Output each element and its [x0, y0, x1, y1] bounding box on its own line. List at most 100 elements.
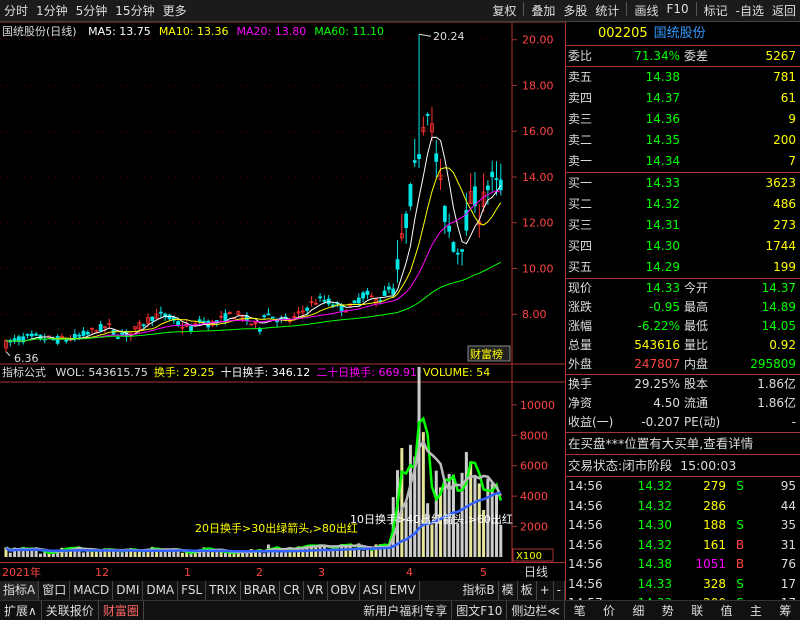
indicator-tab[interactable]: CR: [280, 581, 304, 600]
right-panel-tabs: 笔价细势联值主筹: [565, 600, 800, 620]
volume-bar: [456, 523, 460, 557]
indicator-tab[interactable]: ASI: [360, 581, 387, 600]
notice[interactable]: 在买盘***位置有大买单,查看详情: [566, 433, 800, 455]
candle-body: [494, 178, 499, 181]
candle-body: [85, 331, 90, 335]
book-row[interactable]: 卖五 14.38 781: [566, 67, 800, 88]
candle-body: [408, 183, 413, 207]
right-tab[interactable]: 笔: [565, 601, 594, 620]
book-row[interactable]: 卖二 14.35 200: [566, 130, 800, 151]
indicator-tab[interactable]: 板: [518, 581, 537, 600]
stat-label: 内盘: [684, 357, 709, 371]
stat-value: 247807: [634, 357, 680, 371]
book-row[interactable]: 买五 14.29 199: [566, 257, 800, 278]
tick-side: S: [736, 518, 744, 532]
stock-name[interactable]: 国统股份: [654, 26, 706, 41]
candle-body: [34, 333, 39, 336]
book-label: 卖二: [568, 133, 593, 147]
tick-list[interactable]: 14:56 14.32 279 S 95 14:56 14.32 286 44 14:56 14.3…: [566, 477, 800, 620]
candle-body: [64, 339, 69, 342]
right-tab[interactable]: 联: [683, 601, 712, 620]
indicator-tab[interactable]: DMA: [143, 581, 179, 600]
indicator-tab[interactable]: +: [537, 581, 554, 600]
period-tab[interactable]: 分时: [0, 2, 32, 19]
candle-body: [262, 315, 267, 318]
tool-button[interactable]: 叠加: [527, 2, 559, 19]
price-tick-label: 8.00: [522, 308, 547, 321]
indicator-tab[interactable]: 窗口: [39, 581, 71, 600]
indicator-tab[interactable]: 模: [499, 581, 518, 600]
right-tab[interactable]: 势: [653, 601, 682, 620]
tool-button[interactable]: 多股: [559, 2, 591, 19]
x-axis-label: 2021年: [2, 565, 41, 579]
price-tick-label: 14.00: [522, 171, 554, 184]
volume-bar: [314, 547, 318, 557]
volume-tick-label: 6000: [520, 460, 548, 473]
x-axis-label: 1: [184, 566, 191, 579]
period-tab[interactable]: 1分钟: [32, 2, 72, 19]
extension-tab[interactable]: 财富圈: [99, 600, 144, 620]
stat-value: 14.37: [761, 281, 796, 295]
bottom-link[interactable]: 新用户福利专享: [359, 600, 453, 620]
period-label[interactable]: 日线: [524, 565, 548, 579]
tool-button[interactable]: 返回: [768, 2, 800, 19]
book-row[interactable]: 买四 14.30 1744: [566, 236, 800, 257]
volume-bar: [51, 553, 55, 557]
indicator-tab[interactable]: -: [554, 581, 565, 600]
tool-button[interactable]: 统计: [591, 2, 623, 19]
capital-value: 1.86亿: [757, 396, 796, 410]
tool-button[interactable]: 画线: [630, 2, 662, 19]
period-tab[interactable]: 15分钟: [111, 2, 158, 19]
book-qty: 7: [788, 154, 796, 168]
indicator-tab[interactable]: VR: [304, 581, 328, 600]
indicator-tab[interactable]: EMV: [386, 581, 420, 600]
volume-bar: [464, 451, 468, 557]
indicator-tab[interactable]: FSL: [178, 581, 207, 600]
book-row[interactable]: 买三 14.31 273: [566, 215, 800, 236]
book-row[interactable]: 买一 14.33 3623: [566, 173, 800, 194]
book-row[interactable]: 卖一 14.34 7: [566, 151, 800, 172]
book-row[interactable]: 买二 14.32 486: [566, 194, 800, 215]
candle-body: [141, 324, 146, 327]
tick-time: 14:56: [568, 518, 603, 532]
stat-value: 0.92: [769, 338, 796, 352]
bottom-link[interactable]: 侧边栏≪: [507, 600, 565, 620]
tool-button[interactable]: -自选: [732, 2, 768, 19]
right-tab[interactable]: 值: [712, 601, 741, 620]
indicator-tab[interactable]: OBV: [328, 581, 361, 600]
candlestick-chart[interactable]: 8.00 10.00 12.00 14.00 16.00 18.00 20.00 2000 40…: [0, 21, 565, 562]
extension-tab[interactable]: 扩展∧: [0, 600, 42, 620]
period-tab[interactable]: 更多: [159, 2, 191, 19]
indicator-tab[interactable]: BRAR: [241, 581, 281, 600]
tool-button[interactable]: 标记: [700, 2, 732, 19]
stat-label: 总量: [568, 338, 593, 352]
scale-label: X100: [516, 551, 542, 562]
extension-tab[interactable]: 关联报价: [42, 600, 99, 620]
tool-button[interactable]: F10: [662, 2, 692, 19]
tool-button[interactable]: 复权: [488, 2, 520, 19]
book-row[interactable]: 卖四 14.37 61: [566, 88, 800, 109]
right-tab[interactable]: 价: [594, 601, 623, 620]
volume-bar: [223, 553, 227, 557]
indicator-tab[interactable]: 指标A: [0, 581, 40, 600]
period-tab[interactable]: 5分钟: [72, 2, 112, 19]
indicator-tab[interactable]: TRIX: [206, 581, 241, 600]
candle-body: [98, 324, 103, 332]
bottom-link[interactable]: 图文F10: [452, 600, 508, 620]
book-label: 卖四: [568, 91, 593, 105]
tick-price: 14.33: [637, 576, 672, 591]
indicator-tab[interactable]: 指标B: [459, 581, 499, 600]
right-tab[interactable]: 筹: [771, 601, 800, 620]
extension-tabs: 扩展∧ 关联报价 财富圈 新用户福利专享 图文F10 侧边栏≪: [0, 600, 565, 620]
indicator-tab[interactable]: DMI: [113, 581, 144, 600]
indicator-tab[interactable]: MACD: [70, 581, 114, 600]
indicator-name[interactable]: 指标公式: [2, 366, 46, 379]
tick-time: 14:56: [568, 557, 603, 571]
right-tab[interactable]: 细: [624, 601, 653, 620]
volume-bar: [365, 550, 369, 557]
right-tab[interactable]: 主: [741, 601, 770, 620]
tick-volume: 188: [703, 518, 726, 532]
book-row[interactable]: 卖三 14.36 9: [566, 109, 800, 130]
tick-volume: 279: [703, 479, 726, 493]
wb-value: 71.34%: [634, 49, 680, 63]
